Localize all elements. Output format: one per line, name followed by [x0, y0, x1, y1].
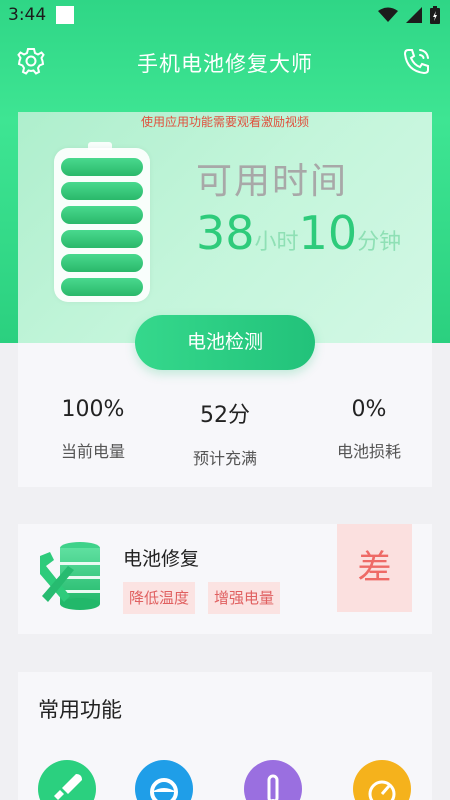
- common-functions-title: 常用功能: [38, 698, 122, 722]
- compass-icon: [368, 780, 396, 800]
- battery-status-icon: [430, 6, 440, 24]
- tag-lower-temperature: 降低温度: [123, 582, 196, 614]
- status-bar: 3:44: [0, 0, 450, 30]
- status-icons: [378, 6, 440, 24]
- notification-icon: [56, 6, 74, 24]
- cooling-function-button[interactable]: [244, 760, 302, 800]
- stat-value: 0%: [351, 397, 387, 422]
- battery-stats: 100% 当前电量 52分 预计充满 0% 电池损耗: [18, 397, 432, 469]
- battery-grade-badge: 差: [337, 524, 412, 612]
- battery-status-card: 使用应用功能需要观看激励视频 可用时间 38小时10分钟 电池检测 100% 当…: [18, 112, 432, 487]
- stat-time-to-full: 52分 预计充满: [156, 397, 294, 469]
- call-button[interactable]: [402, 46, 434, 78]
- battery-cell: [61, 230, 143, 248]
- battery-repair-card[interactable]: 电池修复 降低温度 增强电量 差: [18, 524, 432, 634]
- hours-value: 38: [196, 206, 255, 260]
- battery-detect-button[interactable]: 电池检测: [135, 315, 315, 370]
- stat-current-charge: 100% 当前电量: [24, 397, 162, 462]
- available-time-label: 可用时间: [196, 161, 349, 202]
- thermometer-icon: [267, 774, 279, 800]
- minutes-value: 10: [298, 206, 358, 260]
- battery-cell: [61, 182, 143, 200]
- wifi-icon: [378, 7, 398, 22]
- battery-illustration: [54, 148, 150, 302]
- minutes-unit: 分钟: [357, 230, 402, 255]
- repair-title: 电池修复: [123, 548, 200, 570]
- rocket-icon: [54, 774, 82, 800]
- battery-repair-icon: [40, 542, 100, 610]
- battery-cell: [61, 158, 143, 176]
- hours-unit: 小时: [254, 230, 299, 255]
- stat-value: 52分: [200, 403, 250, 428]
- signal-icon: [406, 7, 422, 23]
- phone-icon: [403, 49, 429, 75]
- stat-label: 当前电量: [60, 442, 125, 461]
- status-time: 3:44: [8, 5, 47, 25]
- available-time-value: 38小时10分钟: [196, 206, 401, 260]
- gauge-icon: [150, 778, 178, 800]
- app-bar: 手机电池修复大师: [0, 40, 450, 84]
- battery-cell: [61, 278, 143, 296]
- speed-test-function-button[interactable]: [353, 760, 411, 800]
- stat-value: 100%: [61, 397, 125, 422]
- common-functions-card: 常用功能: [18, 672, 432, 800]
- stat-label: 预计充满: [192, 449, 257, 468]
- stat-label: 电池损耗: [336, 442, 401, 461]
- speedup-function-button[interactable]: [38, 760, 96, 800]
- battery-cell: [61, 206, 143, 224]
- reward-video-notice: 使用应用功能需要观看激励视频: [140, 115, 309, 129]
- app-title: 手机电池修复大师: [137, 52, 313, 76]
- stat-battery-wear: 0% 电池损耗: [300, 397, 438, 462]
- tag-boost-charge: 增强电量: [208, 582, 281, 614]
- battery-cell: [61, 254, 143, 272]
- cleanup-function-button[interactable]: [135, 760, 193, 800]
